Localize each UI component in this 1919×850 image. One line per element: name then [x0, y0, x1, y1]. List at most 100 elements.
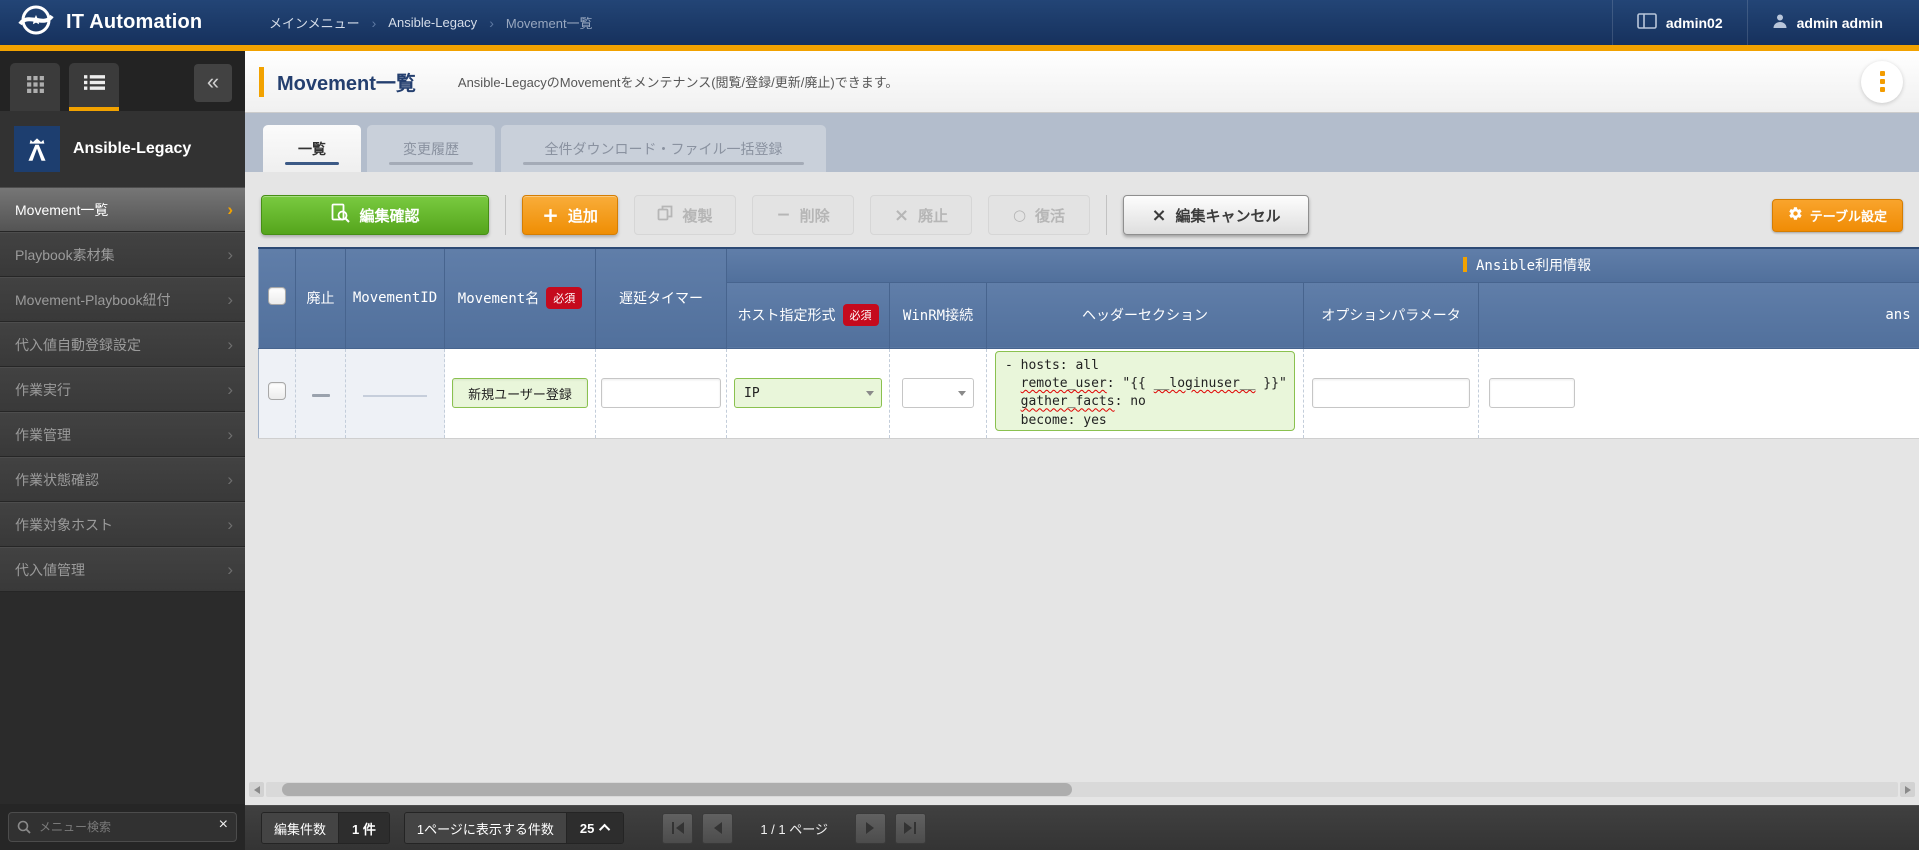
workspace-name: admin02: [1666, 15, 1723, 31]
sidebar-item-label: 代入値管理: [15, 560, 85, 580]
edit-confirm-icon: [330, 203, 350, 227]
prev-page-button[interactable]: [702, 813, 733, 844]
column-header-discard: 廃止: [296, 248, 346, 348]
sidebar-item-label: Playbook素材集: [15, 245, 115, 265]
sidebar-brand: Ansible-Legacy: [0, 111, 245, 187]
pagination: 1 / 1 ページ: [662, 813, 926, 844]
tab-underline: [523, 162, 804, 165]
movement-table: 廃止 MovementID Movement名必須 遅延タイマー Ansible…: [258, 247, 1919, 439]
app-logo[interactable]: IT Automation: [0, 0, 245, 45]
column-header-option-params: オプションパラメータ: [1304, 282, 1479, 348]
column-header-movement-name: Movement名必須: [445, 248, 596, 348]
sidebar-item-playbook-files[interactable]: Playbook素材集›: [0, 232, 245, 277]
row-movement-name-cell: [445, 348, 596, 438]
breadcrumb-separator-icon: ›: [489, 15, 494, 31]
breadcrumb: メインメニュー › Ansible-Legacy › Movement一覧: [245, 0, 1612, 45]
chevron-right-icon: ›: [227, 335, 233, 355]
host-format-select[interactable]: IP: [734, 378, 882, 408]
edit-cancel-button[interactable]: × 編集キャンセル: [1123, 195, 1309, 235]
chevron-down-icon: [958, 391, 966, 396]
tab-change-history[interactable]: 変更履歴: [367, 125, 495, 172]
table-settings-button[interactable]: テーブル設定: [1772, 199, 1903, 232]
first-page-icon: [672, 822, 674, 834]
empty-value-dash: [312, 394, 330, 397]
per-page-value: 25: [580, 821, 594, 836]
ansible-legacy-logo-icon: [14, 126, 60, 172]
sidebar-tab-menu-list[interactable]: [69, 63, 119, 111]
kebab-menu-icon: [1880, 71, 1885, 76]
revive-button: ○ 復活: [988, 195, 1090, 235]
sidebar-item-substitution-value-management[interactable]: 代入値管理 ›: [0, 547, 245, 592]
scroll-right-icon: [1905, 786, 1911, 794]
tab-label: 一覧: [298, 139, 326, 159]
pending-id-placeholder: [363, 395, 427, 397]
scrollbar-thumb[interactable]: [282, 783, 1072, 796]
chevron-right-icon: ›: [227, 560, 233, 580]
delete-button: − 削除: [752, 195, 854, 235]
header-section-textarea[interactable]: - hosts: all remote_user: "{{ __loginuse…: [995, 351, 1295, 431]
sidebar-item-substitution-auto-registration[interactable]: 代入値自動登録設定›: [0, 322, 245, 367]
ansible-input[interactable]: [1489, 378, 1575, 408]
delay-timer-input[interactable]: [601, 378, 721, 408]
sidebar-item-operation-status-check[interactable]: 作業状態確認›: [0, 457, 245, 502]
sidebar-brand-title: Ansible-Legacy: [73, 140, 191, 158]
clear-search-icon[interactable]: ×: [219, 816, 228, 834]
row-checkbox[interactable]: [268, 382, 286, 400]
workspace-menu[interactable]: admin02: [1612, 0, 1747, 45]
option-params-input[interactable]: [1312, 378, 1470, 408]
minus-icon: −: [776, 205, 790, 225]
chevron-right-icon: ›: [227, 380, 233, 400]
row-ansible-cell: [1479, 348, 1919, 438]
yaml-line: remote_user: "{{ __loginuser__ }}": [1005, 375, 1285, 393]
menu-search-input[interactable]: [8, 812, 237, 842]
button-label: 復活: [1035, 205, 1065, 226]
next-page-button[interactable]: [855, 813, 886, 844]
scrollbar-track[interactable]: [266, 782, 1898, 797]
sidebar-item-operation-execute[interactable]: 作業実行›: [0, 367, 245, 412]
row-select-cell: [259, 348, 296, 438]
sidebar-item-label: Movement-Playbook紐付: [15, 290, 171, 310]
chevron-right-icon: ›: [227, 290, 233, 310]
x-icon: ×: [1151, 205, 1166, 226]
page-info: 1 / 1 ページ: [760, 819, 828, 838]
breadcrumb-ansible-legacy[interactable]: Ansible-Legacy: [388, 15, 477, 30]
last-page-button[interactable]: [895, 813, 926, 844]
tab-list[interactable]: 一覧: [263, 125, 361, 172]
yaml-line: become: yes: [1005, 412, 1285, 430]
horizontal-scrollbar: [249, 782, 1915, 797]
button-label: 編集確認: [359, 205, 419, 226]
page-menu-button[interactable]: [1861, 61, 1903, 103]
movement-name-input[interactable]: [452, 378, 588, 408]
tab-bulk-download-upload[interactable]: 全件ダウンロード・ファイル一括登録: [501, 125, 826, 172]
edit-confirm-button[interactable]: 編集確認: [261, 195, 489, 235]
chevron-right-icon: ›: [227, 470, 233, 490]
scroll-left-button[interactable]: [249, 782, 264, 797]
sidebar-item-movement-list[interactable]: Movement一覧›: [0, 187, 245, 232]
breadcrumb-main-menu[interactable]: メインメニュー: [269, 13, 360, 32]
winrm-select[interactable]: [902, 378, 974, 408]
row-winrm-cell: [890, 348, 987, 438]
sidebar-collapse-button[interactable]: «: [194, 64, 232, 102]
column-group-ansible-info: Ansible利用情報: [727, 248, 1919, 282]
sidebar-item-operation-management[interactable]: 作業管理›: [0, 412, 245, 457]
select-value: IP: [744, 386, 760, 401]
select-all-checkbox[interactable]: [268, 287, 286, 305]
sidebar-item-movement-playbook-link[interactable]: Movement-Playbook紐付 ›: [0, 277, 245, 322]
yaml-line: gather_facts: no: [1005, 393, 1285, 411]
per-page-select[interactable]: 25: [566, 813, 623, 843]
user-menu[interactable]: admin admin: [1747, 0, 1907, 45]
group-label: Ansible利用情報: [1476, 258, 1591, 274]
first-page-button[interactable]: [662, 813, 693, 844]
add-button[interactable]: + 追加: [522, 195, 618, 235]
button-label: 追加: [568, 205, 598, 226]
sidebar-tab-grid-view[interactable]: [10, 63, 60, 111]
tab-label: 全件ダウンロード・ファイル一括登録: [545, 139, 783, 159]
column-header-header-section: ヘッダーセクション: [987, 282, 1304, 348]
column-header-delay-timer: 遅延タイマー: [596, 248, 727, 348]
main-content: Movement一覧 Ansible-LegacyのMovementをメンテナン…: [245, 51, 1919, 850]
last-page-icon: [914, 822, 916, 834]
sidebar-item-target-hosts[interactable]: 作業対象ホスト›: [0, 502, 245, 547]
required-badge: 必須: [546, 287, 582, 309]
scroll-right-button[interactable]: [1900, 782, 1915, 797]
search-icon: [17, 820, 31, 839]
